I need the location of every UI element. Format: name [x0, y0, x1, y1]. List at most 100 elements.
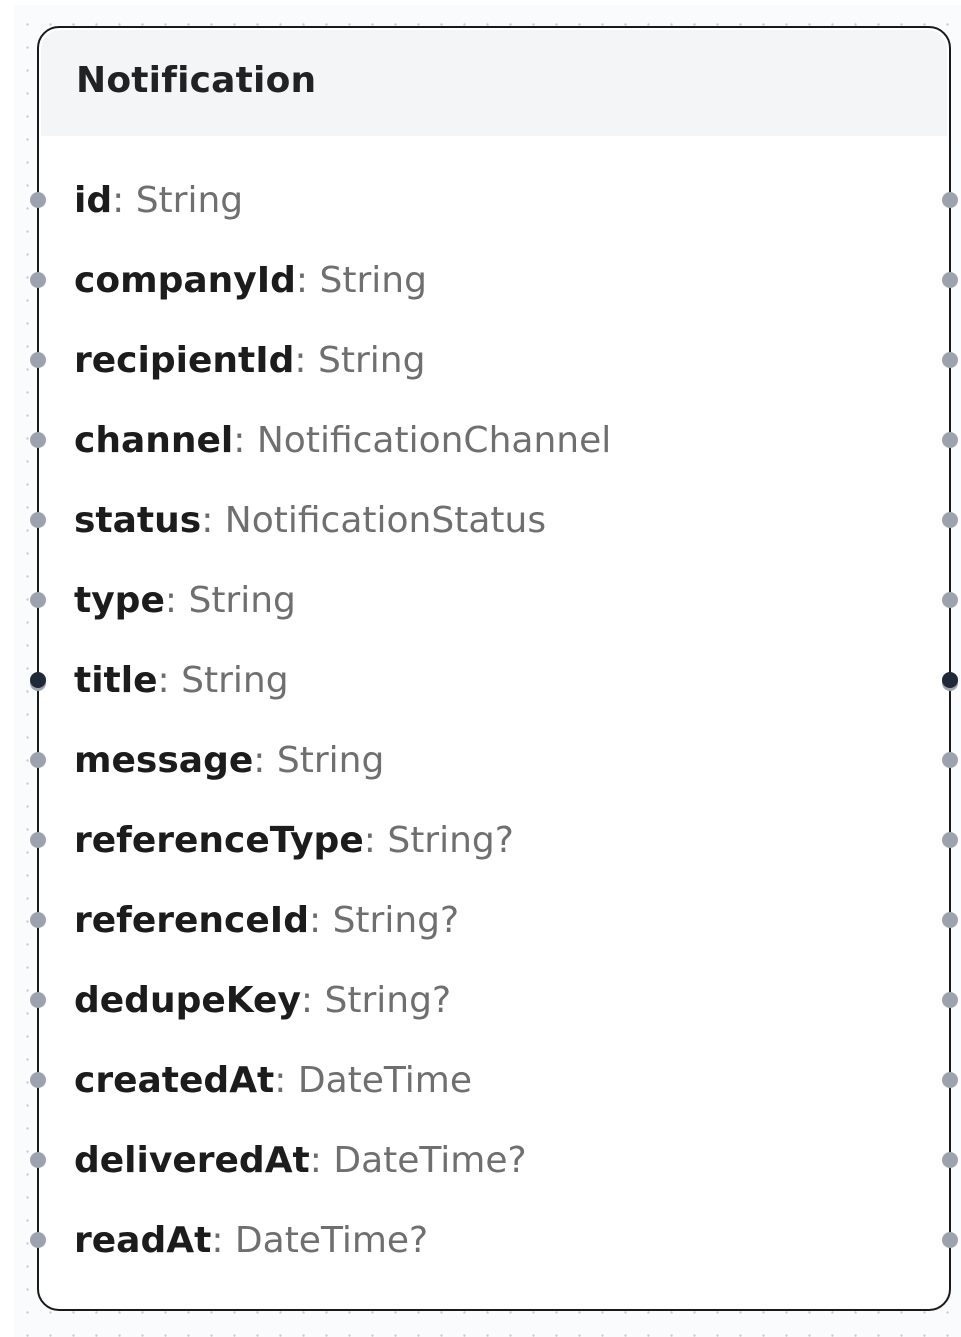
- field-row-recipientId[interactable]: recipientId: String: [30, 331, 958, 391]
- connection-handle-right[interactable]: [942, 992, 958, 1008]
- field-type: String?: [387, 820, 514, 861]
- field-separator: :: [201, 500, 214, 541]
- connection-handle-right[interactable]: [942, 272, 958, 288]
- connection-handle-left[interactable]: [30, 432, 46, 448]
- field-name: companyId: [74, 260, 296, 301]
- connection-handle-right[interactable]: [942, 1232, 958, 1248]
- field-label: createdAt: DateTime: [74, 1059, 472, 1103]
- connection-handle-left[interactable]: [30, 1232, 46, 1248]
- connection-handle-left[interactable]: [30, 672, 46, 688]
- field-row-createdAt[interactable]: createdAt: DateTime: [30, 1051, 958, 1111]
- field-label: readAt: DateTime?: [74, 1219, 428, 1263]
- field-type: DateTime?: [234, 1220, 429, 1261]
- connection-handle-left[interactable]: [30, 192, 46, 208]
- field-row-companyId[interactable]: companyId: String: [30, 251, 958, 311]
- connection-handle-right[interactable]: [942, 592, 958, 608]
- connection-handle-left[interactable]: [30, 1072, 46, 1088]
- field-name: deliveredAt: [74, 1140, 310, 1181]
- field-label: status: NotificationStatus: [74, 499, 546, 543]
- connection-handle-left[interactable]: [30, 992, 46, 1008]
- connection-handle-right[interactable]: [942, 832, 958, 848]
- field-separator: :: [211, 1220, 224, 1261]
- field-row-referenceType[interactable]: referenceType: String?: [30, 811, 958, 871]
- field-name: readAt: [74, 1220, 212, 1261]
- field-name: recipientId: [74, 340, 295, 381]
- field-type: String?: [332, 900, 460, 941]
- field-separator: :: [308, 900, 322, 941]
- field-type: NotificationStatus: [224, 500, 547, 541]
- field-separator: :: [300, 980, 314, 1021]
- field-label: recipientId: String: [74, 339, 425, 383]
- model-node-notification[interactable]: Notification id: String companyId: String…: [30, 26, 958, 1311]
- field-list: id: String companyId: String recipientId: …: [30, 28, 958, 1309]
- field-separator: :: [309, 1140, 322, 1181]
- field-separator: :: [253, 740, 266, 781]
- field-separator: :: [164, 580, 178, 621]
- connection-handle-left[interactable]: [30, 752, 46, 768]
- field-row-status[interactable]: status: NotificationStatus: [30, 491, 958, 551]
- field-type: DateTime?: [333, 1140, 527, 1181]
- connection-handle-right[interactable]: [942, 912, 958, 928]
- field-row-message[interactable]: message: String: [30, 731, 958, 791]
- field-type: DateTime: [297, 1060, 473, 1101]
- field-type: String: [135, 180, 244, 221]
- connection-handle-right[interactable]: [942, 1072, 958, 1088]
- field-separator: :: [294, 340, 307, 381]
- field-label: referenceId: String?: [74, 899, 459, 943]
- field-row-title[interactable]: title: String: [30, 651, 958, 711]
- field-name: id: [74, 180, 113, 221]
- field-name: type: [74, 580, 165, 621]
- field-row-readAt[interactable]: readAt: DateTime?: [30, 1211, 958, 1271]
- field-label: title: String: [74, 659, 289, 703]
- connection-handle-left[interactable]: [30, 272, 46, 288]
- field-type: String: [188, 580, 296, 621]
- field-name: referenceType: [74, 820, 364, 861]
- connection-handle-right[interactable]: [942, 672, 958, 688]
- connection-handle-right[interactable]: [942, 432, 958, 448]
- connection-handle-right[interactable]: [942, 192, 958, 208]
- field-name: channel: [74, 420, 234, 461]
- connection-handle-right[interactable]: [942, 512, 958, 528]
- field-row-dedupeKey[interactable]: dedupeKey: String?: [30, 971, 958, 1031]
- field-name: referenceId: [74, 900, 309, 941]
- connection-handle-left[interactable]: [30, 832, 46, 848]
- field-type: String: [317, 340, 426, 381]
- field-label: channel: NotificationChannel: [74, 419, 611, 463]
- field-row-deliveredAt[interactable]: deliveredAt: DateTime?: [30, 1131, 958, 1191]
- connection-handle-left[interactable]: [30, 1152, 46, 1168]
- field-type: NotificationChannel: [256, 420, 612, 461]
- connection-handle-right[interactable]: [942, 352, 958, 368]
- field-separator: :: [112, 180, 125, 221]
- field-row-id[interactable]: id: String: [30, 171, 958, 231]
- field-separator: :: [295, 260, 309, 301]
- field-type: String: [181, 660, 289, 701]
- field-label: id: String: [74, 179, 243, 223]
- field-row-type[interactable]: type: String: [30, 571, 958, 631]
- connection-handle-left[interactable]: [30, 912, 46, 928]
- connection-handle-right[interactable]: [942, 752, 958, 768]
- field-type: String: [276, 740, 385, 781]
- field-label: referenceType: String?: [74, 819, 514, 863]
- field-type: String: [319, 260, 427, 301]
- connection-handle-left[interactable]: [30, 592, 46, 608]
- field-label: type: String: [74, 579, 296, 623]
- field-row-channel[interactable]: channel: NotificationChannel: [30, 411, 958, 471]
- field-name: createdAt: [74, 1060, 275, 1101]
- field-label: companyId: String: [74, 259, 427, 303]
- field-row-referenceId[interactable]: referenceId: String?: [30, 891, 958, 951]
- field-label: message: String: [74, 739, 384, 783]
- field-type: String?: [324, 980, 452, 1021]
- field-separator: :: [233, 420, 246, 461]
- field-separator: :: [274, 1060, 287, 1101]
- field-name: message: [74, 740, 254, 781]
- connection-handle-left[interactable]: [30, 352, 46, 368]
- field-separator: :: [363, 820, 376, 861]
- field-label: deliveredAt: DateTime?: [74, 1139, 527, 1183]
- connection-handle-left[interactable]: [30, 512, 46, 528]
- field-name: dedupeKey: [74, 980, 301, 1021]
- field-separator: :: [157, 660, 170, 701]
- connection-handle-right[interactable]: [942, 1152, 958, 1168]
- field-name: status: [74, 500, 202, 541]
- field-name: title: [74, 660, 158, 701]
- field-label: dedupeKey: String?: [74, 979, 451, 1023]
